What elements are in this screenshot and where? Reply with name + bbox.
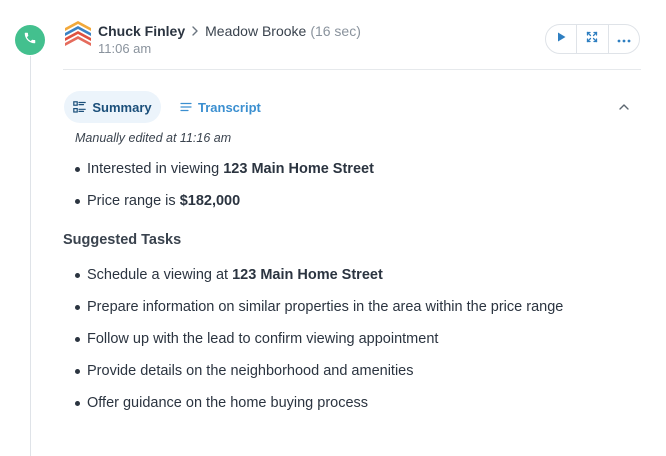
list-item-text: Interested in viewing: [87, 161, 224, 177]
chevron-up-icon: [618, 98, 630, 116]
summary-list-icon: [73, 101, 87, 113]
tab-summary-label: Summary: [92, 99, 152, 115]
list-item: Interested in viewing 123 Main Home Stre…: [75, 159, 374, 191]
call-header: Chuck Finley Meadow Brooke (16 sec): [98, 21, 361, 41]
expand-button[interactable]: [576, 25, 607, 53]
task-item: Prepare information on similar propertie…: [75, 297, 563, 329]
task-item: Follow up with the lead to confirm viewi…: [75, 329, 563, 361]
tab-transcript[interactable]: Transcript: [180, 91, 261, 123]
task-item: Provide details on the neighborhood and …: [75, 361, 563, 393]
task-text: Offer guidance on the home buying proces…: [87, 395, 369, 411]
list-item: Price range is $182,000: [75, 191, 374, 223]
company-logo-icon: [63, 19, 93, 49]
play-icon: [555, 30, 567, 48]
edited-note: Manually edited at 11:16 am: [75, 131, 232, 145]
tab-transcript-label: Transcript: [198, 99, 261, 115]
task-emphasis: 123 Main Home Street: [232, 267, 383, 283]
more-horizontal-icon: [617, 30, 631, 48]
call-badge: [15, 25, 45, 55]
collapse-button[interactable]: [616, 99, 632, 115]
tasks-list: Schedule a viewing at 123 Main Home Stre…: [75, 265, 563, 425]
tab-summary[interactable]: Summary: [64, 91, 161, 123]
timeline-line: [30, 56, 31, 456]
list-item-text: Price range is: [87, 193, 180, 209]
list-item-emphasis: 123 Main Home Street: [223, 161, 374, 177]
summary-list: Interested in viewing 123 Main Home Stre…: [75, 159, 374, 223]
task-text: Provide details on the neighborhood and …: [87, 363, 414, 379]
task-item: Offer guidance on the home buying proces…: [75, 393, 563, 425]
call-actions: [545, 24, 640, 54]
play-button[interactable]: [546, 25, 576, 53]
transcript-lines-icon: [180, 102, 192, 112]
task-text: Follow up with the lead to confirm viewi…: [87, 331, 439, 347]
task-item: Schedule a viewing at 123 Main Home Stre…: [75, 265, 563, 297]
header-divider: [63, 69, 641, 70]
more-options-button[interactable]: [607, 25, 639, 53]
call-time: 11:06 am: [98, 41, 152, 56]
task-text: Schedule a viewing at: [87, 267, 233, 283]
phone-icon: [23, 31, 37, 50]
call-duration: (16 sec): [310, 23, 361, 39]
chevron-right-icon: [188, 24, 202, 38]
task-text: Prepare information on similar propertie…: [87, 299, 564, 315]
suggested-tasks-title: Suggested Tasks: [63, 232, 182, 248]
contact-name[interactable]: Meadow Brooke: [205, 23, 306, 39]
caller-name[interactable]: Chuck Finley: [98, 23, 185, 39]
list-item-emphasis: $182,000: [179, 193, 241, 209]
expand-icon: [586, 30, 598, 48]
